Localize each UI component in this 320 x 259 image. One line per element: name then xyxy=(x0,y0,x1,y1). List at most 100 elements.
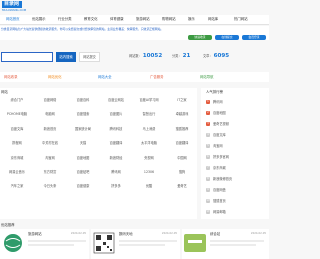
card-desc-line xyxy=(119,240,177,242)
ranking-item[interactable]: 9 百度网盘 xyxy=(206,186,226,195)
card-name: 旅游网站 xyxy=(28,232,42,236)
search-button[interactable]: 站内搜索 xyxy=(56,52,76,62)
quick-item-2[interactable]: 网站优化 xyxy=(48,72,62,82)
fast-submit-button[interactable]: 快速收录 xyxy=(188,35,212,40)
ranking-label: 百度网盘 xyxy=(213,188,226,192)
site-link[interactable]: 百度图片 xyxy=(99,110,133,119)
nav-item-education[interactable]: 教育文化 xyxy=(84,15,98,24)
site-link[interactable]: 电脑网 xyxy=(33,110,67,119)
site-link[interactable]: 百度地图 xyxy=(66,154,100,163)
ranking-item[interactable]: 8 新浪微博首页 xyxy=(206,175,232,184)
site-link[interactable]: 百度云网站 xyxy=(99,96,133,105)
ranking-item[interactable]: 2 百度地图 xyxy=(206,109,226,118)
search-input[interactable] xyxy=(1,52,53,62)
ranking-item[interactable]: 10 搜狐首页 xyxy=(206,197,226,206)
site-link[interactable]: 天猫 xyxy=(66,139,100,148)
site-link[interactable]: 携程网 xyxy=(0,139,34,148)
site-link[interactable]: 东方财富 xyxy=(33,168,67,177)
nav-item-shopping[interactable]: 购物网站 xyxy=(162,15,176,24)
site-link[interactable]: 央视网 xyxy=(132,154,166,163)
card-desc-line xyxy=(28,244,74,246)
site-link[interactable]: 百度搜索 xyxy=(66,110,100,119)
nav-item-hot[interactable]: 热门网站 xyxy=(234,15,248,24)
site-link[interactable]: 12306 xyxy=(132,168,166,177)
card-date: 2024-02-05 xyxy=(250,232,266,235)
site-link[interactable]: PCHOME电脑 xyxy=(0,110,34,119)
site-link[interactable]: 中关村在线 xyxy=(33,139,67,148)
site-link[interactable]: 新浪首页 xyxy=(33,125,67,134)
site-link[interactable]: 搜狗 xyxy=(165,168,199,177)
site-link[interactable]: 太平洋电脑 xyxy=(132,139,166,148)
site-link[interactable]: 搜狐推荐 xyxy=(165,125,199,134)
site-link[interactable]: 百度网络 xyxy=(33,96,67,105)
site-link[interactable]: IT之家 xyxy=(165,96,199,105)
site-link[interactable]: 综合门户 xyxy=(0,96,34,105)
site-link[interactable]: 拼多多 xyxy=(99,182,133,191)
nav-item-home[interactable]: 网站首页 xyxy=(6,15,20,24)
site-link[interactable]: 新浪财经 xyxy=(99,154,133,163)
card-desc-line xyxy=(210,244,256,246)
site-link[interactable]: 中国网 xyxy=(165,154,199,163)
site-link[interactable]: 百度健康 xyxy=(66,182,100,191)
featured-card[interactable]: 数码天地 2024-02-05 xyxy=(91,229,180,259)
ranking-label: 百度文库 xyxy=(213,133,226,137)
panel-title: 网站 xyxy=(1,90,8,94)
ranking-item[interactable]: 7 京东商城 xyxy=(206,164,226,173)
card-date: 2024-02-05 xyxy=(161,232,177,235)
notice-text: 分类目录网站为广大站长提供便捷的收录服务，你可以免费提交或付费快审您的网站，主营… xyxy=(1,27,164,31)
rank-badge: 7 xyxy=(206,166,210,170)
site-link[interactable]: 智慧出行 xyxy=(132,110,166,119)
quick-item-3[interactable]: 网站大全 xyxy=(98,72,112,82)
stat-articles: 文章：6095 xyxy=(203,53,230,59)
stat-categories: 分类：21 xyxy=(172,53,191,59)
site-link[interactable]: 马上消费 xyxy=(132,125,166,134)
site-link[interactable]: 爱奇艺 xyxy=(165,182,199,191)
quick-item-5[interactable]: 网站导航 xyxy=(200,72,214,82)
site-link[interactable]: 百度贴吧 xyxy=(66,168,100,177)
ranking-label: 搜狐首页 xyxy=(213,199,226,203)
site-link[interactable]: 百度翻译 xyxy=(99,139,133,148)
ranking-item[interactable]: 5 淘宝网 xyxy=(206,142,223,151)
nav-item-sports[interactable]: 体育健康 xyxy=(110,15,124,24)
card-name: 综合站 xyxy=(210,232,221,236)
site-link[interactable]: 百度百科 xyxy=(66,96,100,105)
rank-badge: 2 xyxy=(206,111,210,115)
quick-item-4[interactable]: 广告服务 xyxy=(150,72,164,82)
site-link[interactable]: 京东商城 xyxy=(0,154,34,163)
nav-item-travel[interactable]: 旅游网站 xyxy=(136,15,150,24)
nav-item-featured[interactable]: 优站展示 xyxy=(32,15,46,24)
ranking-item[interactable]: 3 爱奇艺视频 xyxy=(206,120,229,129)
quick-item-1[interactable]: 网站收录 xyxy=(4,72,18,82)
ranking-item[interactable]: 1 腾讯网 xyxy=(206,98,223,107)
logo-mark: 目录网 xyxy=(2,1,22,8)
site-link[interactable]: 国家统计局 xyxy=(66,125,100,134)
site-link[interactable]: 优酷 xyxy=(132,182,166,191)
ranking-item[interactable]: 6 拼多多官网 xyxy=(206,153,229,162)
nav-item-entertainment[interactable]: 娱乐 xyxy=(188,15,195,24)
site-logo[interactable]: 目录网 MULUWANG.COM xyxy=(2,1,26,12)
stat-sites: 网站数：10052 xyxy=(129,53,163,59)
site-link[interactable]: 今日头条 xyxy=(33,182,67,191)
nav-item-library[interactable]: 网站库 xyxy=(208,15,218,24)
main-nav: 网站首页 优站展示 行业分类 教育文化 体育健康 旅游网站 购物网站 娱乐 网站… xyxy=(0,15,269,25)
online-submit-button[interactable]: 在线提交 xyxy=(215,35,239,40)
site-link[interactable]: 汽车之家 xyxy=(0,182,34,191)
ranking-label: 爱奇艺视频 xyxy=(213,122,229,126)
rank-badge: 11 xyxy=(206,210,210,214)
site-link[interactable]: 淘宝网 xyxy=(33,154,67,163)
site-link[interactable]: 卓越游戏 xyxy=(165,110,199,119)
member-login-button[interactable]: 会员登录 xyxy=(242,35,266,40)
featured-card[interactable]: 旅游网站 2024-02-05 xyxy=(0,229,89,259)
featured-card[interactable]: 综合站 2024-02-05 xyxy=(182,229,269,259)
ranking-item[interactable]: 11 网易邮箱 xyxy=(206,208,226,217)
site-link[interactable]: 百度文库 xyxy=(0,125,34,134)
card-desc-line xyxy=(28,240,86,242)
ranking-item[interactable]: 4 百度文库 xyxy=(206,131,226,140)
site-link[interactable]: 腾讯网 xyxy=(99,168,133,177)
site-link[interactable]: 百度翻译 xyxy=(165,139,199,148)
site-link[interactable]: 腾讯科技 xyxy=(99,125,133,134)
nav-item-categories[interactable]: 行业分类 xyxy=(58,15,72,24)
site-link[interactable]: 百度AI学习网 xyxy=(132,96,166,105)
site-link[interactable]: 网易云音乐 xyxy=(0,168,34,177)
submit-site-button[interactable]: 网站提交 xyxy=(79,52,100,62)
